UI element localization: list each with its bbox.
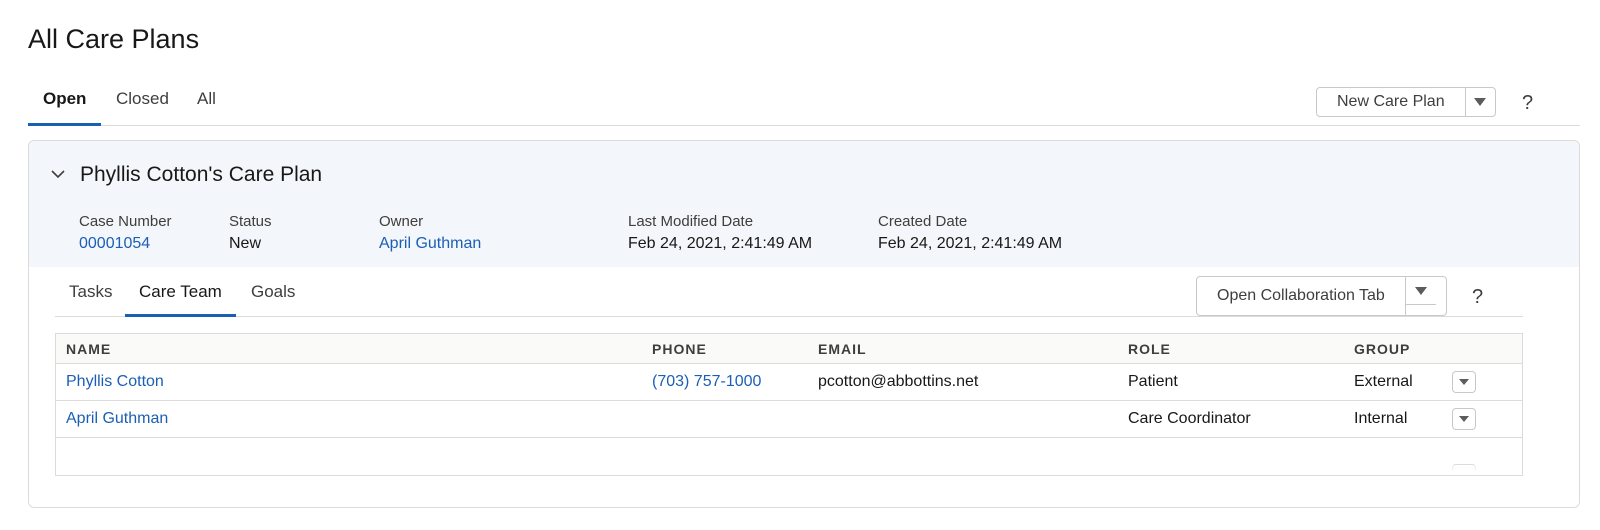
column-header-phone[interactable]: PHONE <box>652 334 707 364</box>
table-row: Phyllis Cotton (703) 757-1000 pcotton@ab… <box>56 364 1522 401</box>
tab-care-team[interactable]: Care Team <box>125 279 236 317</box>
column-header-name[interactable]: NAME <box>66 334 111 364</box>
case-number-link[interactable]: 00001054 <box>79 231 172 257</box>
member-name-link[interactable]: April Guthman <box>66 401 168 437</box>
page-title: All Care Plans <box>28 24 200 54</box>
chevron-down-icon <box>1459 416 1469 422</box>
collaboration-split-button: Open Collaboration Tab <box>1196 276 1447 316</box>
field-label: Owner <box>379 213 424 230</box>
row-actions-button[interactable] <box>1452 408 1476 430</box>
member-group: External <box>1354 373 1413 390</box>
help-icon[interactable]: ? <box>1522 92 1533 115</box>
tab-goals[interactable]: Goals <box>251 279 295 317</box>
field-created: Created Date Feb 24, 2021, 2:41:49 AM <box>878 213 1062 257</box>
chevron-down-icon <box>1459 379 1469 385</box>
field-last-modified: Last Modified Date Feb 24, 2021, 2:41:49… <box>628 213 812 257</box>
field-case-number: Case Number 00001054 <box>79 213 172 257</box>
open-collaboration-tab-button[interactable]: Open Collaboration Tab <box>1197 277 1406 315</box>
field-owner: Owner April Guthman <box>379 213 481 257</box>
table-header: NAME PHONE EMAIL ROLE GROUP <box>56 334 1522 364</box>
tab-open[interactable]: Open <box>28 84 102 126</box>
member-group: Internal <box>1354 410 1408 427</box>
care-plan-title: Phyllis Cotton's Care Plan <box>80 163 323 186</box>
member-email: pcotton@abbottins.net <box>818 373 979 390</box>
member-role: Care Coordinator <box>1128 410 1251 427</box>
column-header-group[interactable]: GROUP <box>1354 334 1410 364</box>
status-value: New <box>229 235 262 252</box>
field-status: Status New <box>229 213 272 257</box>
created-value: Feb 24, 2021, 2:41:49 AM <box>878 235 1063 252</box>
new-care-plan-menu-button[interactable] <box>1466 88 1495 116</box>
column-header-email[interactable]: EMAIL <box>818 334 867 364</box>
last-modified-value: Feb 24, 2021, 2:41:49 AM <box>628 235 813 252</box>
new-care-plan-button[interactable]: New Care Plan <box>1317 88 1466 116</box>
field-label: Case Number <box>79 213 172 230</box>
member-role: Patient <box>1128 373 1178 390</box>
chevron-down-icon <box>1474 98 1487 106</box>
field-label: Created Date <box>878 213 968 230</box>
collaboration-menu-button[interactable] <box>1405 277 1436 305</box>
chevron-down-icon <box>1414 286 1427 295</box>
care-team-table: NAME PHONE EMAIL ROLE GROUP Phyllis Cott… <box>55 333 1523 476</box>
row-actions-button-partial <box>1452 464 1476 470</box>
help-icon[interactable]: ? <box>1472 286 1483 309</box>
tab-closed[interactable]: Closed <box>116 84 169 126</box>
field-label: Last Modified Date <box>628 213 754 230</box>
tab-tasks[interactable]: Tasks <box>69 279 112 317</box>
row-actions-button[interactable] <box>1452 371 1476 393</box>
collapse-chevron-icon[interactable] <box>51 167 65 181</box>
member-phone-link[interactable]: (703) 757-1000 <box>652 364 761 400</box>
member-name-link[interactable]: Phyllis Cotton <box>66 364 164 400</box>
tab-all[interactable]: All <box>197 84 216 126</box>
new-care-plan-split-button: New Care Plan <box>1316 87 1496 117</box>
care-plan-header: Phyllis Cotton's Care Plan Case Number 0… <box>29 141 1579 267</box>
column-header-role[interactable]: ROLE <box>1128 334 1171 364</box>
field-label: Status <box>229 213 272 230</box>
table-row: April Guthman Care Coordinator Internal <box>56 401 1522 438</box>
owner-link[interactable]: April Guthman <box>379 231 481 257</box>
care-plan-card: Phyllis Cotton's Care Plan Case Number 0… <box>28 140 1580 508</box>
